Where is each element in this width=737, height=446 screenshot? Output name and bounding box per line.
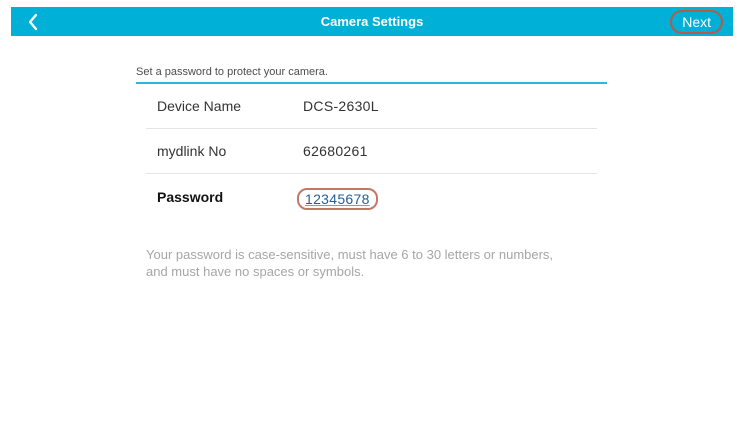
mydlink-number-label: mydlink No — [157, 143, 227, 159]
top-navigation-bar: Camera Settings Next — [11, 7, 733, 36]
device-name-value: DCS-2630L — [303, 98, 379, 114]
back-button[interactable] — [21, 7, 45, 36]
device-name-label: Device Name — [157, 98, 242, 114]
password-row: Password 12345678 — [146, 176, 597, 219]
page-title: Camera Settings — [320, 14, 424, 29]
mydlink-number-row: mydlink No 62680261 — [146, 130, 597, 174]
hint-line-1: Your password is case-sensitive, must ha… — [146, 247, 554, 262]
device-name-row: Device Name DCS-2630L — [146, 85, 597, 129]
hint-line-2: and must have no spaces or symbols. — [146, 264, 365, 279]
password-input[interactable]: 12345678 — [297, 188, 378, 210]
mydlink-number-value: 62680261 — [303, 143, 368, 159]
password-requirements-hint: Your password is case-sensitive, must ha… — [146, 246, 616, 280]
next-button[interactable]: Next — [670, 10, 723, 34]
chevron-left-icon — [27, 13, 39, 31]
form-subtitle: Set a password to protect your camera. — [136, 66, 328, 78]
password-label: Password — [157, 189, 224, 205]
subtitle-divider — [136, 82, 607, 84]
